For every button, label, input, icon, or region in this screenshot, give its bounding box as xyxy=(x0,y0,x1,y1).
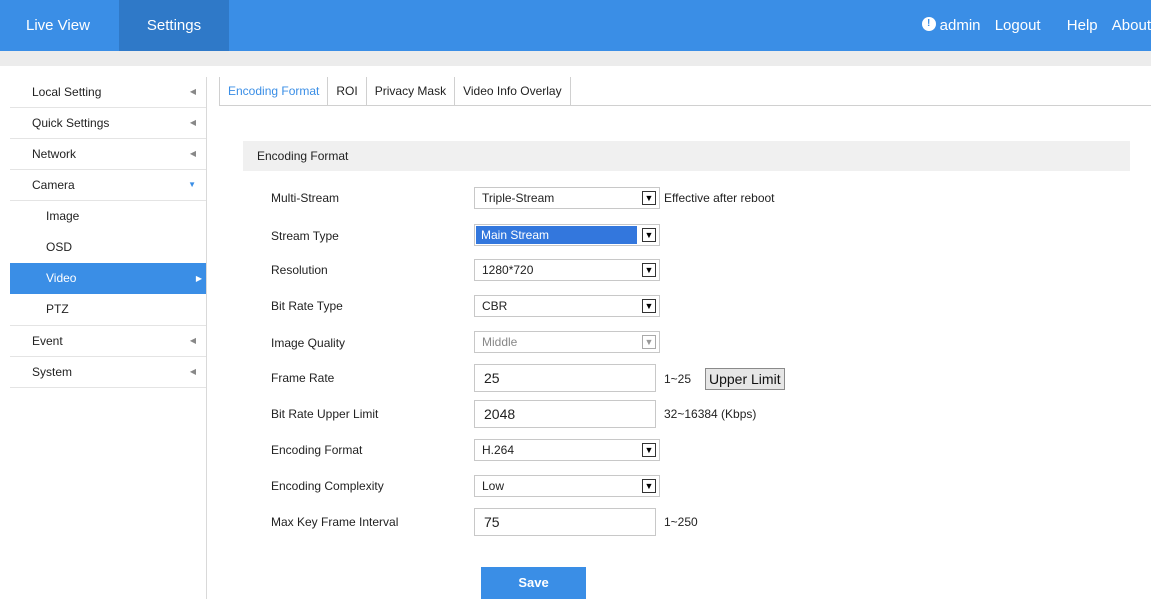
chevron-left-icon: ◀ xyxy=(189,149,196,158)
username: admin xyxy=(939,17,981,34)
frame-rate-input[interactable]: 25 xyxy=(474,364,656,392)
sidebar-item-event[interactable]: Event ◀ xyxy=(10,326,206,357)
sidebar-item-system[interactable]: System ◀ xyxy=(10,357,206,388)
chevron-down-icon: ▼ xyxy=(188,180,196,189)
user-menu[interactable]: ! admin xyxy=(912,17,981,34)
bit-rate-type-value: CBR xyxy=(482,299,508,313)
stream-type-select[interactable]: Main Stream ▼ xyxy=(474,224,660,246)
section-title: Encoding Format xyxy=(243,141,1130,171)
tab-encoding-format[interactable]: Encoding Format xyxy=(219,77,329,105)
resolution-value: 1280*720 xyxy=(482,263,534,277)
stream-type-label: Stream Type xyxy=(271,229,339,243)
bit-rate-upper-label: Bit Rate Upper Limit xyxy=(271,407,379,421)
encoding-complexity-select[interactable]: Low ▼ xyxy=(474,475,660,497)
sidebar-item-label: Camera xyxy=(32,178,75,192)
bit-rate-type-select[interactable]: CBR ▼ xyxy=(474,295,660,317)
image-quality-value: Middle xyxy=(482,335,518,349)
encoding-format-select[interactable]: H.264 ▼ xyxy=(474,439,660,461)
sidebar-item-label: Network xyxy=(32,147,77,161)
encoding-format-label: Encoding Format xyxy=(271,443,363,457)
bit-rate-type-label: Bit Rate Type xyxy=(271,299,343,313)
image-quality-select: Middle ▼ xyxy=(474,331,660,353)
chevron-down-icon: ▼ xyxy=(642,191,656,205)
resolution-label: Resolution xyxy=(271,263,328,277)
sidebar-item-label: System xyxy=(32,365,73,379)
max-key-frame-hint: 1~250 xyxy=(664,515,698,529)
chevron-down-icon: ▼ xyxy=(642,335,656,349)
bit-rate-upper-hint: 32~16384 (Kbps) xyxy=(664,407,757,421)
max-key-frame-label: Max Key Frame Interval xyxy=(271,515,399,529)
chevron-left-icon: ◀ xyxy=(189,87,196,96)
chevron-down-icon: ▼ xyxy=(642,228,656,242)
sidebar-item-quick-settings[interactable]: Quick Settings ◀ xyxy=(10,108,206,139)
chevron-down-icon: ▼ xyxy=(642,443,656,457)
multi-stream-value: Triple-Stream xyxy=(482,191,555,205)
encoding-complexity-label: Encoding Complexity xyxy=(271,479,384,493)
sidebar-item-camera[interactable]: Camera ▼ xyxy=(10,170,206,201)
chevron-left-icon: ◀ xyxy=(189,336,196,345)
tab-roi[interactable]: ROI xyxy=(328,77,367,105)
upper-limit-button[interactable]: Upper Limit xyxy=(705,368,785,390)
sidebar-item-label: Video xyxy=(46,271,77,285)
bit-rate-upper-input[interactable]: 2048 xyxy=(474,400,656,428)
chevron-down-icon: ▼ xyxy=(642,479,656,493)
frame-rate-label: Frame Rate xyxy=(271,371,335,385)
top-right-menu: ! admin Logout Help About xyxy=(902,0,1151,51)
chevron-left-icon: ◀ xyxy=(189,118,196,127)
chevron-right-icon: ▶ xyxy=(195,274,202,283)
encoding-complexity-value: Low xyxy=(482,479,505,493)
multi-stream-select[interactable]: Triple-Stream ▼ xyxy=(474,187,660,209)
tab-video-info-overlay[interactable]: Video Info Overlay xyxy=(455,77,571,105)
sidebar-subitem-image[interactable]: Image xyxy=(10,201,206,232)
multi-stream-label: Multi-Stream xyxy=(271,191,340,205)
tab-privacy-mask[interactable]: Privacy Mask xyxy=(367,77,456,105)
encoding-format-value: H.264 xyxy=(482,443,515,457)
user-icon: ! xyxy=(921,17,936,32)
sidebar-subitem-video[interactable]: Video ▶ xyxy=(10,263,206,294)
about-link[interactable]: About xyxy=(1112,17,1151,34)
sidebar-item-network[interactable]: Network ◀ xyxy=(10,139,206,170)
sidebar-subitem-osd[interactable]: OSD xyxy=(10,232,206,263)
frame-rate-hint: 1~25 xyxy=(664,372,692,386)
chevron-down-icon: ▼ xyxy=(642,299,656,313)
sidebar-item-label: Local Setting xyxy=(32,85,102,99)
sidebar-item-label: Event xyxy=(32,334,63,348)
settings-sidebar: Local Setting ◀ Quick Settings ◀ Network ◀ … xyxy=(10,77,207,599)
resolution-select[interactable]: 1280*720 ▼ xyxy=(474,259,660,281)
max-key-frame-input[interactable]: 75 xyxy=(474,508,656,536)
nav-tab-settings[interactable]: Settings xyxy=(119,0,229,51)
top-navigation-bar: Live View Settings ! admin Logout Help Ab… xyxy=(0,0,1151,51)
sidebar-item-local-setting[interactable]: Local Setting ◀ xyxy=(10,77,206,108)
chevron-down-icon: ▼ xyxy=(642,263,656,277)
chevron-left-icon: ◀ xyxy=(189,367,196,376)
nav-tab-live-view[interactable]: Live View xyxy=(10,0,101,51)
stream-type-value: Main Stream xyxy=(476,226,637,244)
sub-header-strip xyxy=(0,51,1151,66)
video-tabs: Encoding Format ROI Privacy Mask Video I… xyxy=(219,77,1151,106)
sidebar-item-label: Quick Settings xyxy=(32,116,110,130)
logout-link[interactable]: Logout xyxy=(995,17,1041,34)
sidebar-subitem-ptz[interactable]: PTZ xyxy=(10,294,206,326)
save-button[interactable]: Save xyxy=(481,567,586,599)
multi-stream-hint: Effective after reboot xyxy=(664,191,775,205)
help-link[interactable]: Help xyxy=(1067,17,1098,34)
image-quality-label: Image Quality xyxy=(271,336,346,350)
